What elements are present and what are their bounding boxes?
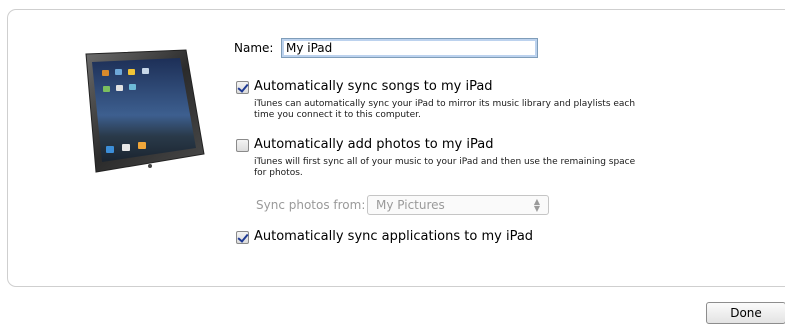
name-label: Name:: [234, 41, 274, 55]
sync-songs-description: iTunes can automatically sync your iPad …: [254, 99, 636, 120]
done-button[interactable]: Done: [706, 302, 785, 324]
sync-songs-label[interactable]: Automatically sync songs to my iPad: [254, 79, 493, 94]
sync-photos-from-select[interactable]: My Pictures ▲ ▼: [367, 195, 549, 215]
select-arrows-icon: ▲ ▼: [533, 197, 540, 213]
add-photos-checkbox[interactable]: [236, 139, 249, 152]
add-photos-description: iTunes will first sync all of your music…: [254, 157, 636, 178]
ipad-device-icon: [85, 49, 205, 173]
sync-photos-from-value: My Pictures: [376, 198, 445, 212]
sync-songs-checkbox[interactable]: [236, 81, 249, 94]
device-name-input[interactable]: [281, 38, 538, 58]
sync-apps-checkbox[interactable]: [236, 231, 249, 244]
sync-photos-from-label: Sync photos from:: [256, 198, 366, 212]
add-photos-label[interactable]: Automatically add photos to my iPad: [254, 137, 493, 152]
sync-apps-label[interactable]: Automatically sync applications to my iP…: [254, 229, 533, 244]
